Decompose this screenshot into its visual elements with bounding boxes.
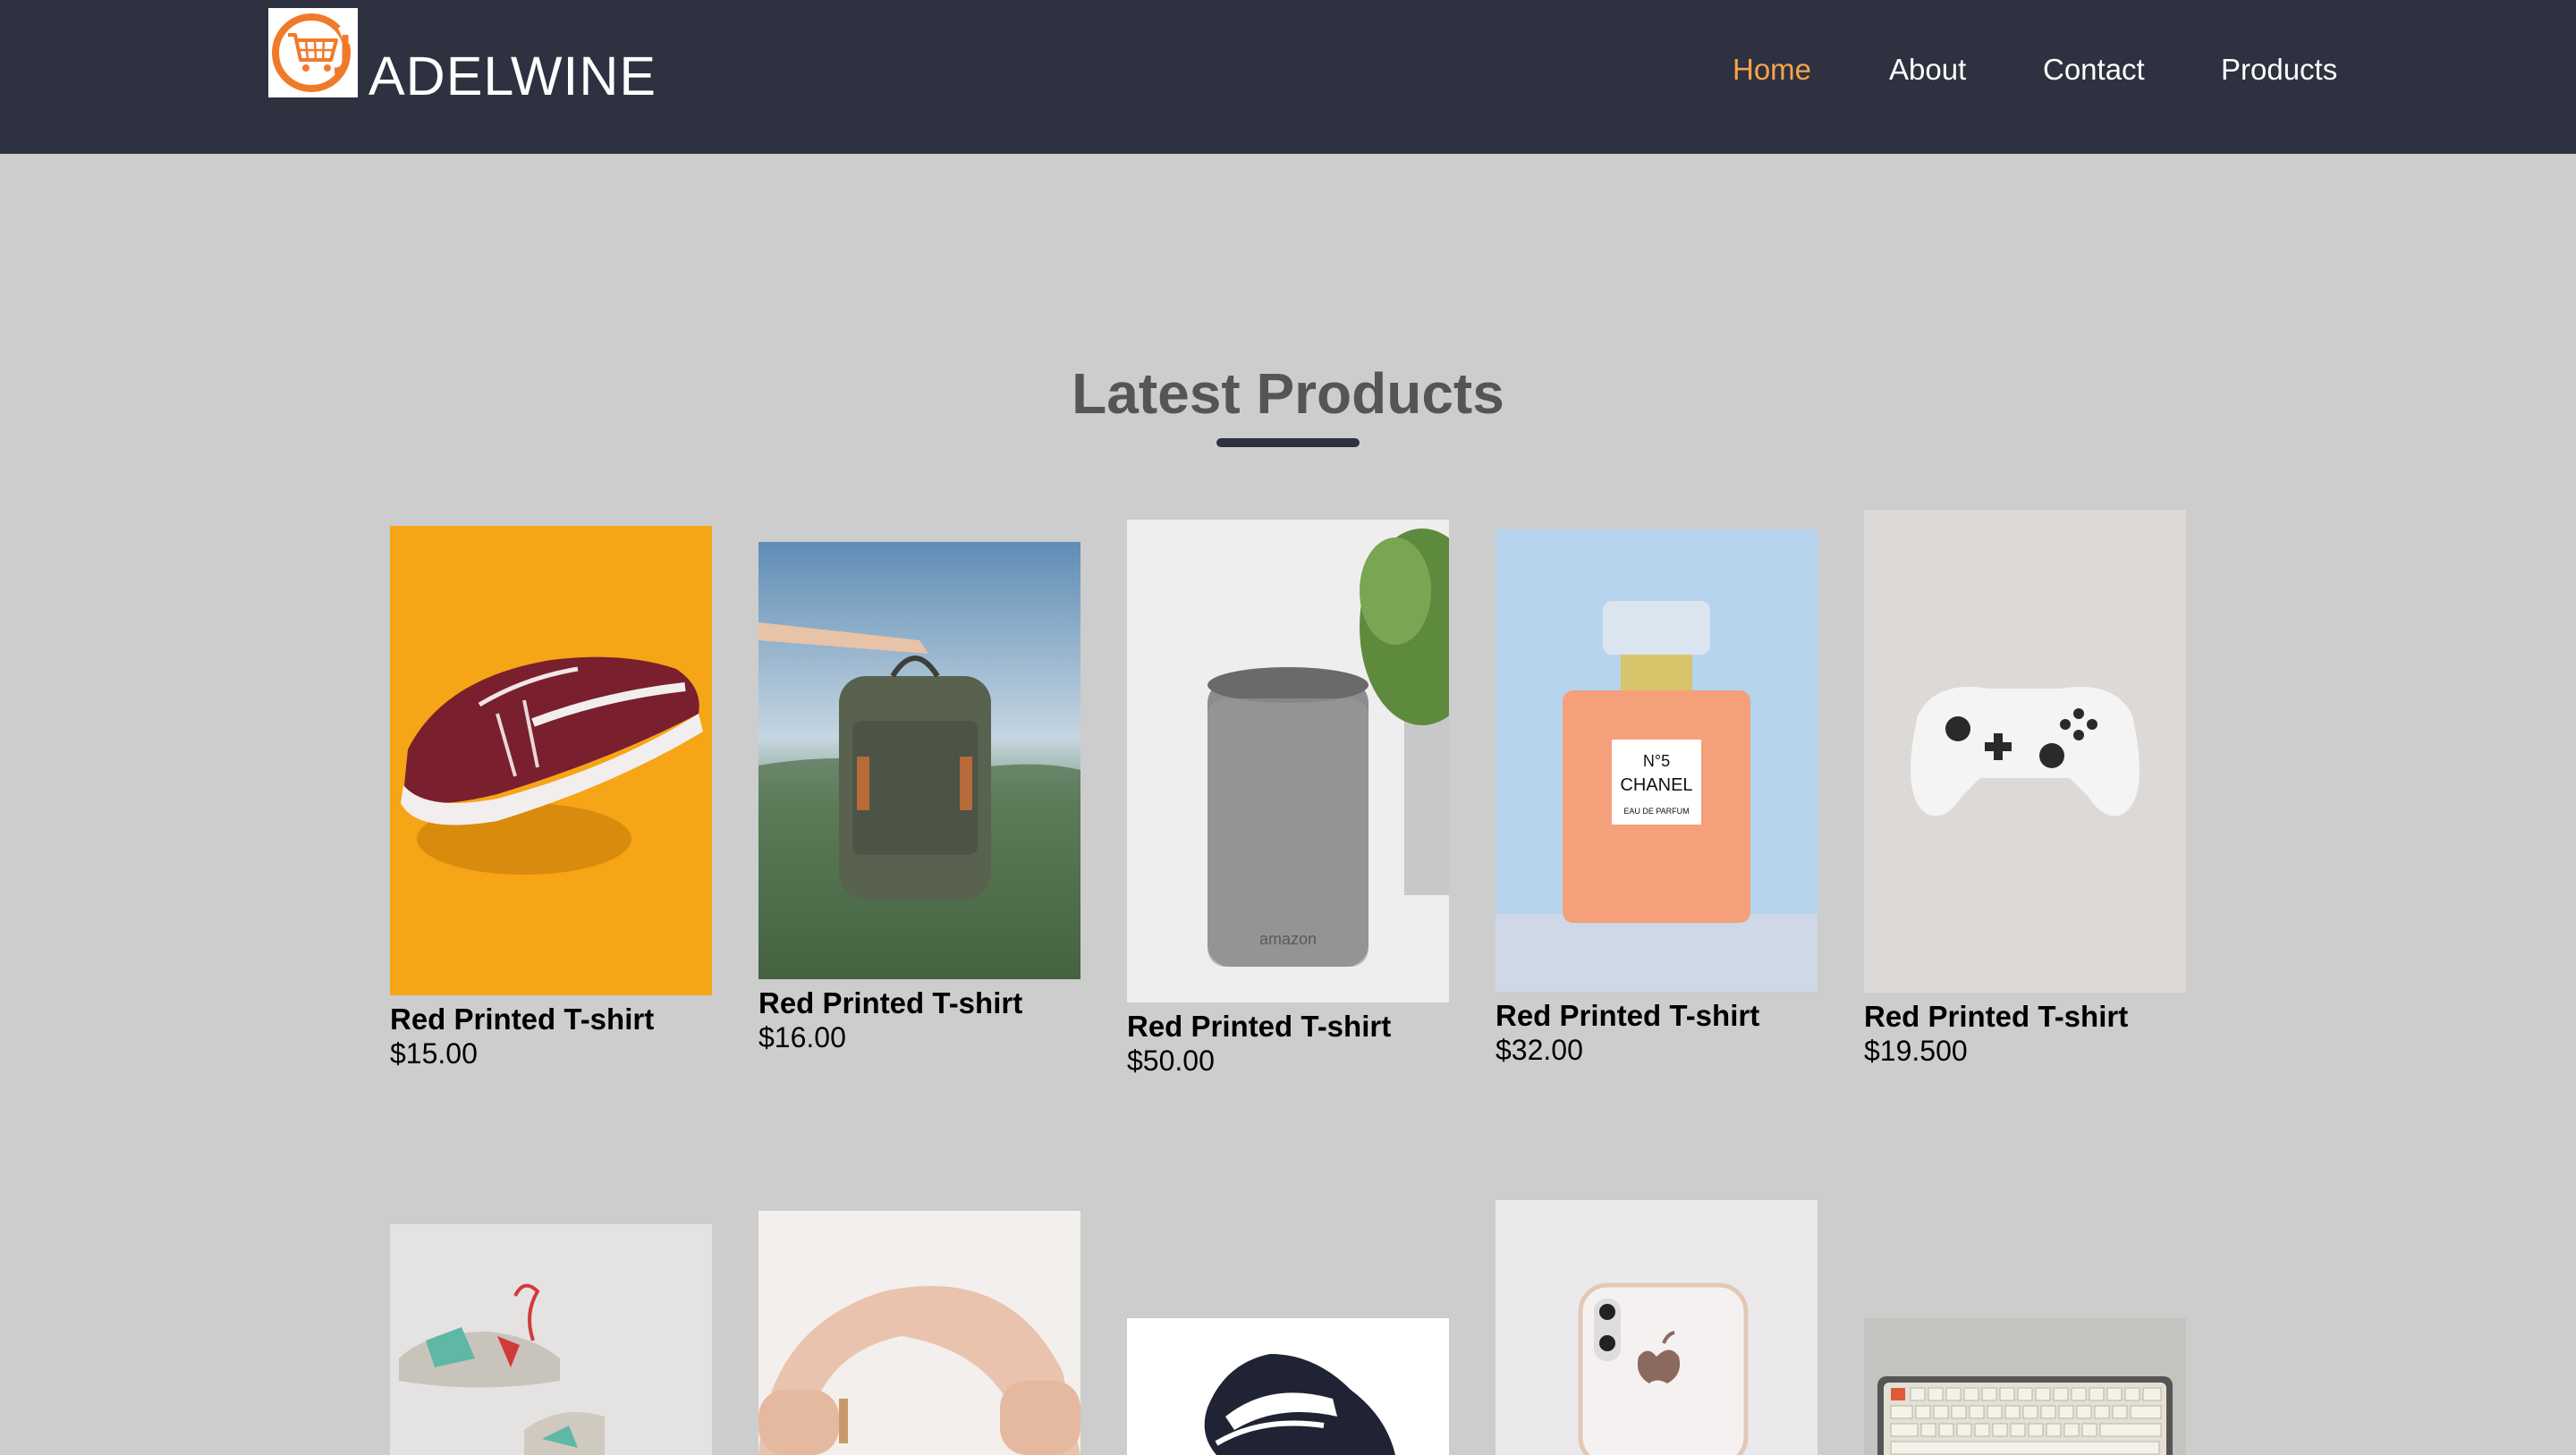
product-name[interactable]: Red Printed T-shirt [1864, 1000, 2186, 1034]
shopping-cart-icon [272, 13, 352, 92]
product-card[interactable]: Red Printed T-shirt $16.00 [758, 542, 1080, 1054]
product-price: $15.00 [390, 1037, 478, 1070]
product-card[interactable]: amazon Red Printed T-shirt $50.00 [1127, 520, 1449, 1078]
navbar: ADELWINE Home About Contact Products [0, 0, 2576, 154]
product-card[interactable] [1496, 1200, 1818, 1455]
keyboard-photo[interactable] [1864, 1318, 2186, 1455]
product-card[interactable] [1127, 1318, 1449, 1455]
section-title: Latest Products [1072, 361, 1504, 426]
product-name[interactable]: Red Printed T-shirt [390, 1002, 712, 1036]
perfume-label-no5: N°5 [1643, 752, 1670, 770]
black-sneaker-photo[interactable] [1127, 1318, 1449, 1455]
product-price: $19.500 [1864, 1035, 1968, 1067]
product-name[interactable]: Red Printed T-shirt [1127, 1010, 1449, 1044]
product-card[interactable] [1864, 1318, 2186, 1455]
product-name[interactable]: Red Printed T-shirt [758, 986, 1080, 1020]
product-name[interactable]: Red Printed T-shirt [1496, 999, 1818, 1033]
logo[interactable] [268, 8, 358, 97]
perfume-label-type: EAU DE PARFUM [1623, 807, 1689, 816]
product-card[interactable] [390, 1224, 712, 1455]
product-card[interactable] [758, 1211, 1080, 1455]
running-shoes-photo[interactable] [390, 1224, 712, 1455]
product-card[interactable]: Red Printed T-shirt $15.00 [390, 526, 712, 1070]
smartphone-photo[interactable] [1496, 1200, 1818, 1455]
product-card[interactable]: Red Printed T-shirt $19.500 [1864, 510, 2186, 1068]
nav-about[interactable]: About [1889, 52, 1966, 88]
nav-contact[interactable]: Contact [2043, 52, 2145, 88]
nav-products[interactable]: Products [2221, 52, 2337, 88]
perfume-label-brand: CHANEL [1620, 775, 1692, 795]
nav-home[interactable]: Home [1733, 52, 1811, 88]
backpack-photo[interactable] [758, 542, 1080, 979]
product-card[interactable]: N°5 CHANEL EAU DE PARFUM Red Printed T-s… [1496, 529, 1818, 1067]
product-price: $16.00 [758, 1021, 846, 1053]
perfume-bottle-photo[interactable]: N°5 CHANEL EAU DE PARFUM [1496, 529, 1818, 992]
game-controller-photo[interactable] [1864, 510, 2186, 993]
smart-speaker-photo[interactable]: amazon [1127, 520, 1449, 1002]
sneaker-photo[interactable] [390, 526, 712, 995]
headphones-photo[interactable] [758, 1211, 1080, 1455]
product-price: $32.00 [1496, 1034, 1583, 1066]
brand-name[interactable]: ADELWINE [369, 45, 657, 107]
product-price: $50.00 [1127, 1045, 1215, 1077]
title-underline [1216, 438, 1360, 447]
speaker-brand: amazon [1259, 930, 1317, 948]
